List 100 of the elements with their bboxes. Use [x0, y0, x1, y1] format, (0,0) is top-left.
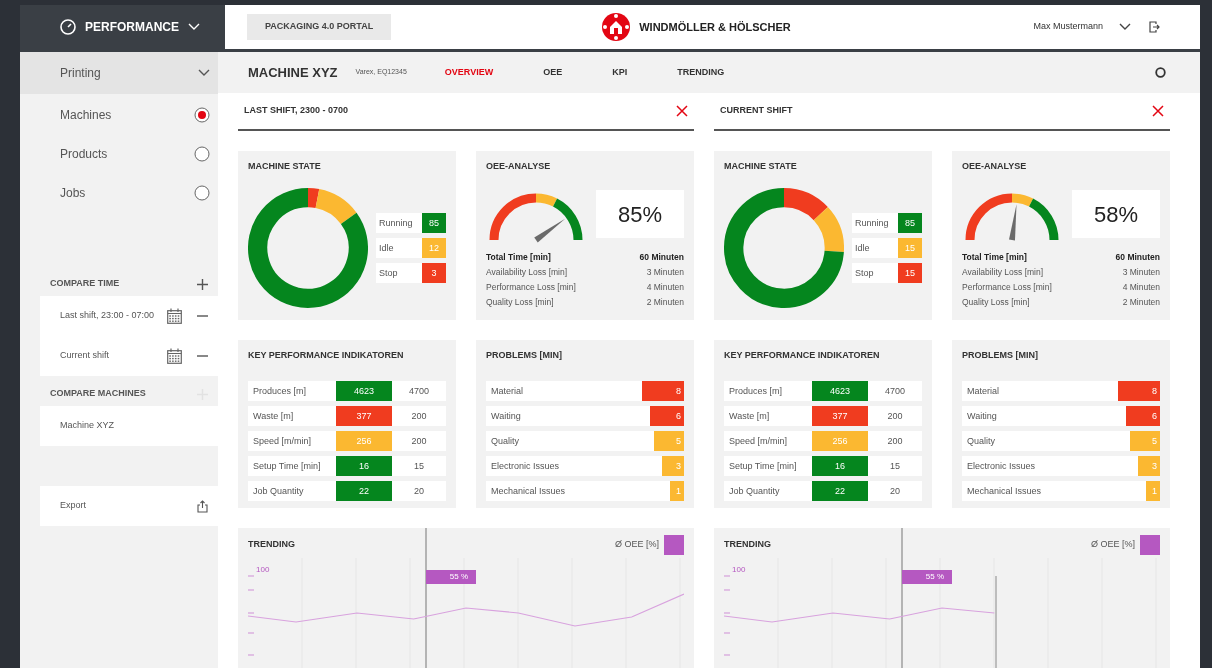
calendar-icon[interactable]	[167, 308, 182, 324]
kpi-label: Waste [m]	[724, 406, 812, 426]
oee-label: Availability Loss [min]	[486, 266, 568, 279]
card-title: MACHINE STATE	[248, 160, 322, 172]
nav-tab[interactable]: OVERVIEW	[444, 65, 494, 80]
axis-label: 100	[256, 564, 270, 576]
plus-icon[interactable]	[197, 278, 208, 290]
legend-value: 15	[898, 263, 922, 283]
compare-entry[interactable]: Machine XYZ	[60, 419, 115, 433]
chevron-down-icon[interactable]	[198, 69, 210, 77]
legend-label: Running	[376, 213, 422, 233]
legend-value: 3	[422, 263, 446, 283]
legend-swatch	[664, 535, 684, 555]
card-title: KEY PERFORMANCE INDIKATOREN	[724, 349, 881, 361]
legend-label: Running	[852, 213, 898, 233]
category-select[interactable]: Printing	[20, 52, 218, 94]
radio-icon[interactable]	[194, 184, 210, 201]
kpi-label: Produces [m]	[248, 381, 336, 401]
nav-item[interactable]: Machines	[20, 95, 218, 134]
gauge-icon	[60, 19, 76, 35]
card-title: KEY PERFORMANCE INDIKATOREN	[248, 349, 405, 361]
problem-bar: 8	[1118, 381, 1160, 401]
kpi-label: Waste [m]	[248, 406, 336, 426]
card-title: MACHINE STATE	[724, 160, 798, 172]
oee-label: Total Time [min]	[962, 251, 1027, 264]
calendar-icon[interactable]	[167, 348, 182, 364]
oee-value: 60 Minuten	[1115, 251, 1160, 264]
shift-title: CURRENT SHIFT	[720, 104, 793, 118]
card-title: TRENDING	[724, 538, 771, 552]
kpi-target: 15	[392, 456, 446, 476]
problem-label: Quality	[966, 435, 995, 448]
legend-value: 12	[422, 238, 446, 258]
kpi-target: 4700	[868, 381, 922, 401]
kpi-actual: 377	[812, 406, 868, 426]
kpi-label: Setup Time [min]	[724, 456, 812, 476]
legend-label: Stop	[376, 263, 422, 283]
radio-icon[interactable]	[194, 145, 210, 162]
close-icon[interactable]	[1152, 105, 1164, 117]
legend-label: Ø OEE [%]	[615, 538, 659, 552]
oee-value: 60 Minuten	[639, 251, 684, 264]
kpi-label: Job Quantity	[724, 481, 812, 501]
machine-title: MACHINE XYZ	[248, 63, 338, 82]
kpi-actual: 16	[336, 456, 392, 476]
module-title: PERFORMANCE	[85, 19, 179, 36]
card-title: OEE-ANALYSE	[962, 160, 1028, 172]
oee-label: Performance Loss [min]	[486, 281, 576, 294]
kpi-actual: 22	[336, 481, 392, 501]
oee-value: 4 Minuten	[646, 281, 684, 294]
status-ring-icon	[1155, 67, 1166, 78]
problem-label: Electronic Issues	[966, 460, 1036, 473]
legend-label: Idle	[376, 238, 422, 258]
kpi-label: Produces [m]	[724, 381, 812, 401]
problem-bar: 5	[1130, 431, 1160, 451]
oee-percent: 85%	[596, 190, 684, 238]
kpi-actual: 256	[812, 431, 868, 451]
value-tooltip: 55 %	[426, 570, 476, 584]
problem-label: Mechanical Issues	[490, 485, 566, 498]
problem-bar: 1	[670, 481, 684, 501]
brand-name: WINDMÖLLER & HÖLSCHER	[639, 19, 791, 35]
card-title: OEE-ANALYSE	[486, 160, 552, 172]
problem-label: Electronic Issues	[490, 460, 560, 473]
problem-label: Waiting	[490, 410, 521, 423]
oee-value: 4 Minuten	[1122, 281, 1160, 294]
portal-tag: PACKAGING 4.0 PORTAL	[247, 14, 392, 40]
kpi-target: 200	[868, 406, 922, 426]
logout-icon[interactable]	[1149, 21, 1160, 33]
value-tooltip: 55 %	[902, 570, 952, 584]
oee-label: Availability Loss [min]	[962, 266, 1044, 279]
nav-tab[interactable]: TRENDING	[677, 65, 725, 80]
kpi-label: Speed [m/min]	[724, 431, 812, 451]
share-icon	[197, 499, 208, 513]
module-menu[interactable]: PERFORMANCE	[20, 5, 225, 49]
problem-bar: 8	[642, 381, 684, 401]
problem-bar: 1	[1146, 481, 1160, 501]
kpi-actual: 22	[812, 481, 868, 501]
problem-label: Material	[966, 385, 999, 398]
oee-label: Quality Loss [min]	[962, 296, 1030, 309]
nav-tab[interactable]: KPI	[612, 65, 628, 80]
legend-label: Ø OEE [%]	[1091, 538, 1135, 552]
kpi-actual: 4623	[336, 381, 392, 401]
compare-entry[interactable]: Last shift, 23:00 - 07:00	[60, 309, 167, 323]
kpi-target: 200	[392, 406, 446, 426]
user-name[interactable]: Max Mustermann	[1033, 20, 1103, 34]
problem-label: Material	[490, 385, 523, 398]
nav-item[interactable]: Jobs	[20, 173, 218, 212]
chevron-down-icon[interactable]	[1119, 23, 1131, 31]
oee-value: 3 Minuten	[646, 266, 684, 279]
export-button[interactable]: Export	[40, 486, 218, 526]
legend-value: 85	[422, 213, 446, 233]
oee-label: Quality Loss [min]	[486, 296, 554, 309]
emblem-icon	[601, 12, 632, 42]
close-icon[interactable]	[676, 105, 688, 117]
oee-label: Total Time [min]	[486, 251, 551, 264]
radio-icon[interactable]	[194, 106, 210, 123]
card-title: PROBLEMS [MIN]	[486, 349, 563, 361]
nav-item[interactable]: Products	[20, 134, 218, 173]
legend-value: 15	[898, 238, 922, 258]
kpi-actual: 377	[336, 406, 392, 426]
compare-entry[interactable]: Current shift	[60, 349, 167, 363]
nav-tab[interactable]: OEE	[543, 65, 563, 80]
